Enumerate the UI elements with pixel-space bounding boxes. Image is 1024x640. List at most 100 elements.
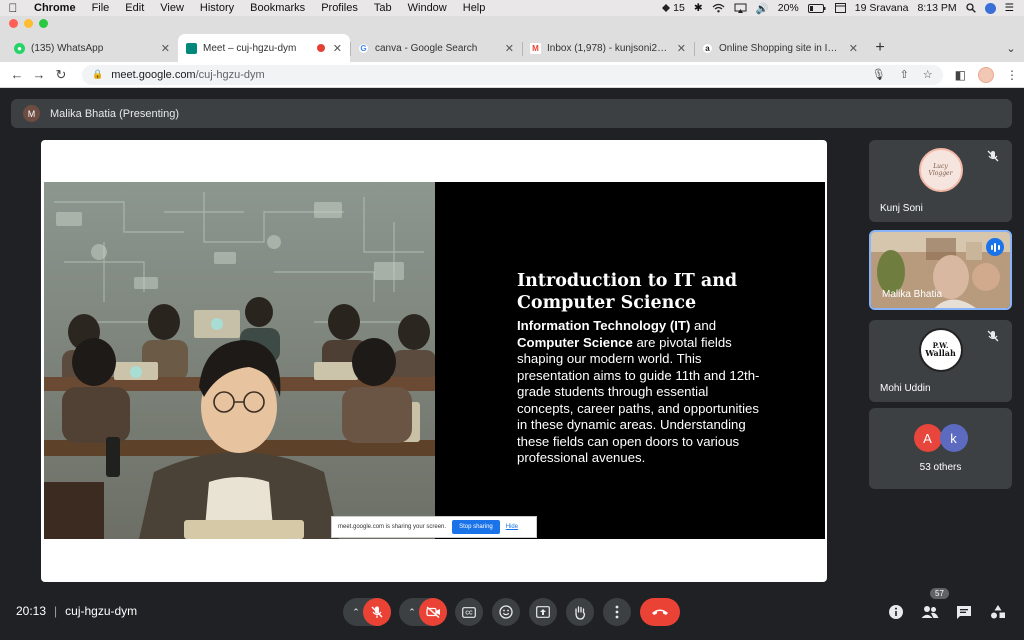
back-arrow-icon[interactable]: ←	[6, 67, 28, 82]
meeting-info-divider: |	[54, 604, 58, 618]
chrome-menu-icon[interactable]: ⋮	[1006, 68, 1018, 82]
meeting-code[interactable]: cuj-hgzu-dym	[65, 604, 137, 618]
stop-sharing-button[interactable]: Stop sharing	[452, 520, 500, 534]
tab-meet[interactable]: Meet – cuj-hgzu-dym ✕	[178, 34, 350, 62]
slide-illustration	[44, 182, 435, 539]
menu-app-name[interactable]: Chrome	[26, 2, 84, 14]
participant-tile-others[interactable]: A k 53 others	[869, 408, 1012, 489]
close-tab-icon[interactable]: ✕	[161, 42, 170, 55]
tab-google-search[interactable]: G canva - Google Search ✕	[350, 34, 522, 62]
bookmark-star-icon[interactable]: ☆	[923, 68, 933, 81]
more-options-button[interactable]	[603, 598, 631, 626]
google-icon: G	[358, 42, 369, 54]
close-tab-icon[interactable]: ✕	[505, 42, 514, 55]
present-screen-button[interactable]	[529, 598, 557, 626]
activities-button[interactable]	[988, 602, 1008, 622]
mic-off-button[interactable]	[363, 598, 391, 626]
airplay-icon[interactable]	[734, 3, 747, 13]
chat-button[interactable]	[954, 602, 974, 622]
presenter-avatar: M	[23, 105, 40, 122]
slide-body-rest: are pivotal fields shaping our modern wo…	[517, 334, 760, 466]
profile-avatar[interactable]	[978, 66, 994, 83]
close-tab-icon[interactable]: ✕	[677, 42, 686, 55]
tab-gmail[interactable]: M Inbox (1,978) - kunjsoni2007@ ✕	[522, 34, 694, 62]
apple-icon[interactable]: 	[0, 1, 26, 15]
new-tab-button[interactable]: +	[866, 34, 894, 62]
minimize-window-icon[interactable]	[24, 19, 33, 28]
macos-menubar:  Chrome File Edit View History Bookmark…	[0, 0, 1024, 16]
slide-heading: Introduction to IT and Computer Science	[517, 271, 738, 313]
more-vert-icon	[615, 605, 619, 619]
siri-icon[interactable]	[984, 2, 996, 14]
menu-edit[interactable]: Edit	[117, 2, 152, 14]
calendar-icon[interactable]	[834, 3, 846, 13]
menu-view[interactable]: View	[152, 2, 192, 14]
camera-control: ⌃	[399, 598, 447, 626]
screen-share-notice: meet.google.com is sharing your screen. …	[331, 516, 537, 538]
people-button[interactable]	[920, 602, 940, 622]
menu-help[interactable]: Help	[455, 2, 494, 14]
tab-amazon[interactable]: a Online Shopping site in India: S ✕	[694, 34, 866, 62]
tab-whatsapp[interactable]: ● (135) WhatsApp ✕	[6, 34, 178, 62]
people-icon	[921, 606, 939, 618]
traffic-lights	[9, 19, 48, 28]
menubar-status: 15 ✱ 🔊 20% 19 Sravana 8:13 PM ☰	[661, 2, 1024, 15]
leave-call-button[interactable]	[640, 598, 680, 626]
tab-strip: ● (135) WhatsApp ✕ Meet – cuj-hgzu-dym ✕…	[0, 30, 1024, 62]
tab-title: Inbox (1,978) - kunjsoni2007@	[547, 42, 671, 54]
participant-tile-kunj-soni[interactable]: Lucy Vlogger Kunj Soni	[869, 140, 1012, 222]
menu-profiles[interactable]: Profiles	[313, 2, 366, 14]
tab-search-chevron-icon[interactable]: ⌄	[998, 34, 1024, 62]
side-panel-icon[interactable]: ◧	[955, 68, 966, 82]
avatar-logo-text: Lucy Vlogger	[928, 163, 953, 177]
mic-off-icon	[371, 606, 383, 618]
activities-shapes-icon	[991, 605, 1005, 619]
participant-tile-malika-bhatia[interactable]: Malika Bhatia	[869, 230, 1012, 310]
notification-count: 15	[673, 2, 685, 14]
presenter-label: Malika Bhatia (Presenting)	[50, 107, 180, 120]
meet-icon	[186, 42, 197, 54]
mic-off-icon	[987, 330, 999, 342]
menu-file[interactable]: File	[84, 2, 118, 14]
reactions-button[interactable]	[492, 598, 520, 626]
svg-text:CC: CC	[465, 610, 473, 616]
menu-window[interactable]: Window	[400, 2, 455, 14]
zoom-window-icon[interactable]	[39, 19, 48, 28]
menu-bookmarks[interactable]: Bookmarks	[242, 2, 313, 14]
share-icon[interactable]: ⇧	[900, 68, 909, 81]
participant-tile-mohi-uddin[interactable]: P.W. Wallah Mohi Uddin	[869, 320, 1012, 402]
url-bar[interactable]: 🔒 meet.google.com/cuj-hgzu-dym 🎙 ⇧ ☆	[82, 64, 943, 85]
bluetooth-icon[interactable]: ✱	[694, 2, 703, 14]
menu-history[interactable]: History	[192, 2, 242, 14]
raise-hand-button[interactable]	[566, 598, 594, 626]
volume-icon[interactable]: 🔊	[756, 2, 769, 15]
video-options-chevron-icon[interactable]: ⌃	[405, 607, 419, 618]
audio-options-chevron-icon[interactable]: ⌃	[349, 607, 363, 618]
battery-icon[interactable]	[807, 3, 826, 13]
other-avatar: A	[913, 424, 942, 452]
window-titlebar	[0, 16, 1024, 30]
emoji-icon	[499, 605, 513, 619]
spotlight-search-icon[interactable]	[965, 3, 976, 13]
amazon-icon: a	[702, 42, 713, 54]
lock-icon[interactable]: 🔒	[92, 69, 103, 80]
notification-icon[interactable]: 15	[661, 2, 685, 14]
camera-off-button[interactable]	[419, 598, 447, 626]
microphone-permission-icon[interactable]: 🎙	[872, 68, 886, 81]
control-center-icon[interactable]: ☰	[1005, 2, 1014, 14]
url-host: meet.google.com	[111, 68, 196, 81]
menubar-date[interactable]: 19 Sravana	[855, 2, 909, 14]
menu-tab[interactable]: Tab	[366, 2, 400, 14]
captions-button[interactable]: CC	[455, 598, 483, 626]
menubar-time[interactable]: 8:13 PM	[917, 2, 956, 14]
forward-arrow-icon[interactable]: →	[28, 67, 50, 82]
reload-icon[interactable]: ↻	[50, 67, 72, 83]
close-window-icon[interactable]	[9, 19, 18, 28]
close-tab-icon[interactable]: ✕	[333, 42, 342, 55]
hide-share-notice-link[interactable]: Hide	[506, 524, 518, 530]
wifi-icon[interactable]	[712, 3, 725, 13]
meeting-details-button[interactable]	[886, 602, 906, 622]
meeting-info: 20:13 | cuj-hgzu-dym	[16, 604, 137, 618]
close-tab-icon[interactable]: ✕	[849, 42, 858, 55]
share-notice-text: meet.google.com is sharing your screen.	[338, 524, 447, 530]
